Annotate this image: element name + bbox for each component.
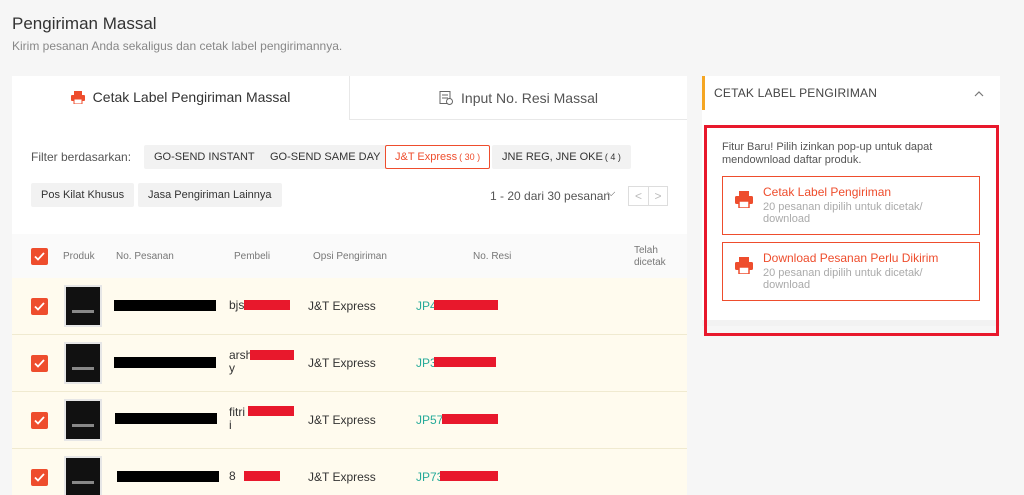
row-checkbox[interactable]: [31, 412, 48, 429]
chip-label: Jasa Pengiriman Lainnya: [148, 189, 272, 201]
chip-label: JNE REG, JNE OKE: [502, 151, 603, 163]
check-icon: [34, 359, 45, 368]
page-title: Pengiriman Massal: [12, 14, 157, 33]
chip-label: Pos Kilat Khusus: [41, 189, 125, 201]
product-thumbnail: [64, 399, 102, 441]
redacted-resi: [442, 414, 498, 424]
redacted-buyer: [244, 471, 280, 481]
redacted-order-number: [117, 471, 219, 482]
next-page-button[interactable]: >: [647, 187, 667, 205]
check-icon: [34, 302, 45, 311]
filter-chip-jne[interactable]: JNE REG, JNE OKE ( 4 ): [492, 145, 631, 169]
shipping-option: J&T Express: [308, 299, 376, 313]
chip-label: GO-SEND SAME DAY: [270, 151, 381, 163]
document-icon: [439, 90, 454, 105]
pagination-summary[interactable]: 1 - 20 dari 30 pesanan: [490, 189, 610, 203]
chevron-up-icon[interactable]: [974, 86, 984, 100]
bulk-shipping-card: Cetak Label Pengiriman Massal Input No. …: [12, 76, 687, 495]
redacted-buyer: [244, 300, 290, 310]
table-row[interactable]: 8 J&T Express JP73: [12, 449, 687, 495]
chip-count: ( 30 ): [459, 152, 481, 162]
row-checkbox[interactable]: [31, 298, 48, 315]
shipping-option: J&T Express: [308, 356, 376, 370]
filter-chip-other-shipping[interactable]: Jasa Pengiriman Lainnya: [138, 183, 282, 207]
column-header-printed: Telah dicetak: [634, 245, 666, 268]
redacted-buyer: [250, 350, 294, 360]
redacted-order-number: [114, 300, 216, 311]
check-icon: [34, 473, 45, 482]
redacted-resi: [434, 357, 496, 367]
filter-chip-gosend-instant[interactable]: GO-SEND INSTANT: [144, 145, 265, 169]
column-header-buyer: Pembeli: [234, 251, 271, 262]
pagination-controls: < >: [628, 186, 668, 206]
table-row[interactable]: bjs J&T Express JP4: [12, 278, 687, 335]
page-subtitle: Kirim pesanan Anda sekaligus dan cetak l…: [12, 39, 343, 53]
product-thumbnail: [64, 456, 102, 495]
column-header-product: Produk: [63, 251, 95, 262]
shipping-option: J&T Express: [308, 413, 376, 427]
column-header-shipping-option: Opsi Pengiriman: [313, 251, 387, 262]
row-checkbox[interactable]: [31, 469, 48, 486]
resi-number[interactable]: JP57: [416, 413, 443, 427]
prev-page-button[interactable]: <: [629, 187, 648, 205]
redacted-resi: [434, 300, 498, 310]
row-checkbox[interactable]: [31, 355, 48, 372]
check-icon: [34, 252, 45, 261]
column-header-resi: No. Resi: [473, 251, 512, 262]
product-thumbnail: [64, 342, 102, 384]
printer-icon: [70, 90, 85, 104]
redacted-order-number: [115, 413, 217, 424]
annotation-highlight-box: [704, 125, 999, 336]
table-row[interactable]: arsh y J&T Express JP3: [12, 335, 687, 392]
product-thumbnail: [64, 285, 102, 327]
chip-label: GO-SEND INSTANT: [154, 151, 255, 163]
table-header: Produk No. Pesanan Pembeli Opsi Pengirim…: [12, 234, 687, 278]
tab-label: Input No. Resi Massal: [461, 89, 598, 106]
select-all-checkbox[interactable]: [31, 248, 48, 265]
filter-chip-gosend-same-day[interactable]: GO-SEND SAME DAY: [260, 145, 391, 169]
redacted-resi: [440, 471, 498, 481]
column-header-order-number: No. Pesanan: [116, 251, 174, 262]
tab-label: Cetak Label Pengiriman Massal: [92, 89, 291, 105]
chevron-down-icon[interactable]: ⌵: [607, 187, 615, 200]
filter-label: Filter berdasarkan:: [31, 150, 132, 164]
filter-chip-pos-kilat[interactable]: Pos Kilat Khusus: [31, 183, 135, 207]
shipping-option: J&T Express: [308, 470, 376, 484]
check-icon: [34, 416, 45, 425]
redacted-buyer: [248, 406, 294, 416]
chip-label: J&T Express: [395, 151, 458, 163]
filter-chip-jnt-express[interactable]: J&T Express ( 30 ): [385, 145, 491, 169]
redacted-order-number: [114, 357, 216, 368]
tab-input-bulk-resi[interactable]: Input No. Resi Massal: [349, 76, 687, 120]
panel-title[interactable]: CETAK LABEL PENGIRIMAN: [702, 76, 1000, 110]
tab-print-bulk-label[interactable]: Cetak Label Pengiriman Massal: [12, 76, 349, 120]
table-row[interactable]: fitri i J&T Express JP57: [12, 392, 687, 449]
tab-bar: Cetak Label Pengiriman Massal Input No. …: [12, 76, 687, 120]
chip-count: ( 4 ): [604, 152, 621, 162]
